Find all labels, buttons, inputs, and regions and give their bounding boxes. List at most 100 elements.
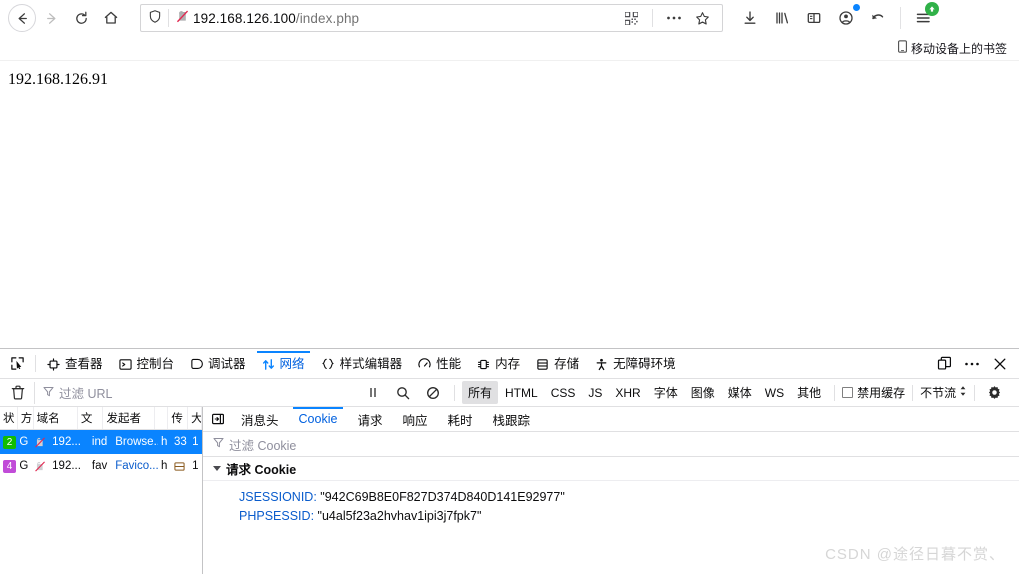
url-path: /index.php <box>295 10 360 26</box>
list-item[interactable]: PHPSESSID: "u4al5f23a2hvhav1ipi3j7fpk7" <box>239 507 1019 526</box>
bookmark-star-icon[interactable] <box>689 6 715 30</box>
tab-network[interactable]: 网络 <box>254 349 313 378</box>
filter-type-css[interactable]: CSS <box>545 383 582 403</box>
network-request-list[interactable]: 状 方 域名 文 发起者 传 大 2 G 192... ind Browse. … <box>0 407 203 574</box>
block-requests-icon[interactable] <box>419 380 447 406</box>
qr-code-icon[interactable] <box>618 6 644 30</box>
bookmark-item-mobile[interactable]: 移动设备上的书签 <box>894 38 1011 59</box>
detail-tab-response[interactable]: 响应 <box>392 407 437 431</box>
downloads-icon[interactable] <box>735 3 765 33</box>
table-row[interactable]: 4 G 192... fav Favico... h 1 <box>0 454 202 478</box>
row-domain: 192... <box>52 460 81 472</box>
devtools-toolbar-right <box>931 349 1019 378</box>
column-header-file[interactable]: 文 <box>78 407 104 429</box>
request-type-filters: 所有 HTML CSS JS XHR 字体 图像 媒体 WS 其他 <box>462 381 827 404</box>
filter-type-html[interactable]: HTML <box>499 383 544 403</box>
memory-icon <box>477 358 490 371</box>
column-header-transfer[interactable]: 传 <box>168 407 189 429</box>
table-row[interactable]: 2 G 192... ind Browse... h 33 1 <box>0 430 202 454</box>
devtools-toolbar-divider <box>35 355 36 372</box>
tab-style-editor-label: 样式编辑器 <box>339 357 403 372</box>
filter-type-xhr[interactable]: XHR <box>609 383 646 403</box>
element-picker-icon[interactable] <box>2 349 32 378</box>
tab-inspector[interactable]: 查看器 <box>39 349 111 378</box>
devtools-close-icon[interactable] <box>987 349 1013 379</box>
row-method: G <box>19 436 29 448</box>
column-header-method[interactable]: 方 <box>18 407 34 429</box>
request-cookies-title: 请求 Cookie <box>226 463 297 477</box>
row-file: fav <box>91 460 108 472</box>
cookie-filter-input[interactable]: 过滤 Cookie <box>203 432 1019 457</box>
filter-type-all[interactable]: 所有 <box>462 381 499 404</box>
sync-icon[interactable] <box>863 3 893 33</box>
column-header-type[interactable] <box>155 407 169 429</box>
tab-debugger[interactable]: 调试器 <box>182 349 254 378</box>
tab-storage[interactable]: 存储 <box>528 349 587 378</box>
hamburger-menu-icon[interactable] <box>908 2 939 33</box>
detail-back-icon[interactable] <box>205 407 231 431</box>
devtools-toolbar: 查看器 控制台 调试器 网络 样式编辑器 性能 内存 存储 无障碍环境 <box>0 349 1019 379</box>
tab-performance[interactable]: 性能 <box>410 349 469 378</box>
account-notification-dot <box>853 4 860 11</box>
forward-button[interactable] <box>36 3 66 33</box>
filter-divider-3 <box>912 384 914 401</box>
throttle-select[interactable]: 不节流 <box>920 384 967 401</box>
filter-type-media[interactable]: 媒体 <box>722 381 758 404</box>
tab-style-editor[interactable]: 样式编辑器 <box>313 349 411 378</box>
filter-divider-1 <box>454 384 455 401</box>
filter-type-js[interactable]: JS <box>582 383 608 403</box>
throttle-label: 不节流 <box>920 386 957 400</box>
tab-console[interactable]: 控制台 <box>111 349 183 378</box>
shield-icon[interactable] <box>148 9 162 27</box>
url-text[interactable]: 192.168.126.100/index.php <box>190 11 618 26</box>
url-filter-input[interactable]: 过滤 URL <box>34 381 359 404</box>
detail-tab-stacktrace[interactable]: 栈跟踪 <box>482 407 540 431</box>
detail-tab-timings[interactable]: 耗时 <box>437 407 482 431</box>
sidebar-icon[interactable] <box>799 3 829 33</box>
filter-divider-2 <box>834 384 836 401</box>
status-badge: 4 <box>3 459 16 473</box>
detail-tab-cookie[interactable]: Cookie <box>289 407 348 431</box>
devtools-more-icon[interactable] <box>959 349 985 379</box>
filter-type-image[interactable]: 图像 <box>685 381 721 404</box>
account-icon[interactable] <box>831 3 861 33</box>
clear-requests-icon[interactable] <box>4 380 32 406</box>
row-domain: 192... <box>52 436 81 448</box>
insecure-connection-icon[interactable] <box>175 9 190 27</box>
tab-memory[interactable]: 内存 <box>469 349 528 378</box>
browser-toolbar-right <box>735 2 942 33</box>
page-actions-icon[interactable] <box>661 6 687 30</box>
tab-memory-label: 内存 <box>495 357 521 372</box>
library-icon[interactable] <box>767 3 797 33</box>
updown-chevron-icon <box>959 385 967 400</box>
dock-toggle-icon[interactable] <box>931 349 957 379</box>
search-icon[interactable] <box>389 380 417 406</box>
tab-storage-label: 存储 <box>554 357 580 372</box>
gear-icon[interactable] <box>982 385 1006 400</box>
back-button[interactable] <box>8 4 36 32</box>
column-header-initiator[interactable]: 发起者 <box>103 407 155 429</box>
row-status: 4 <box>0 454 16 478</box>
reload-button[interactable] <box>66 3 96 33</box>
cookie-filter-placeholder: 过滤 Cookie <box>229 438 297 453</box>
pause-requests-icon[interactable] <box>359 380 387 406</box>
column-header-domain[interactable]: 域名 <box>34 407 78 429</box>
request-cookies-section-header[interactable]: 请求 Cookie <box>203 457 1019 481</box>
address-bar[interactable]: 192.168.126.100/index.php <box>140 4 723 32</box>
filter-type-other[interactable]: 其他 <box>791 381 827 404</box>
urlbar-actions <box>618 6 722 30</box>
tab-accessibility[interactable]: 无障碍环境 <box>587 349 684 378</box>
filter-type-ws[interactable]: WS <box>759 383 790 403</box>
column-header-status[interactable]: 状 <box>0 407 18 429</box>
filter-divider-4 <box>974 384 976 401</box>
detail-tab-request[interactable]: 请求 <box>347 407 392 431</box>
list-item[interactable]: JSESSIONID: "942C69B8E0F827D374D840D141E… <box>239 488 1019 507</box>
column-header-size[interactable]: 大 <box>188 407 202 429</box>
network-body: 状 方 域名 文 发起者 传 大 2 G 192... ind Browse. … <box>0 407 1019 574</box>
urlbar-identity-box[interactable] <box>141 9 190 27</box>
detail-tab-headers[interactable]: 消息头 <box>231 407 289 431</box>
home-button[interactable] <box>96 3 126 33</box>
tab-accessibility-label: 无障碍环境 <box>613 357 676 372</box>
disable-cache-checkbox[interactable]: 禁用缓存 <box>842 384 905 401</box>
filter-type-font[interactable]: 字体 <box>648 381 684 404</box>
